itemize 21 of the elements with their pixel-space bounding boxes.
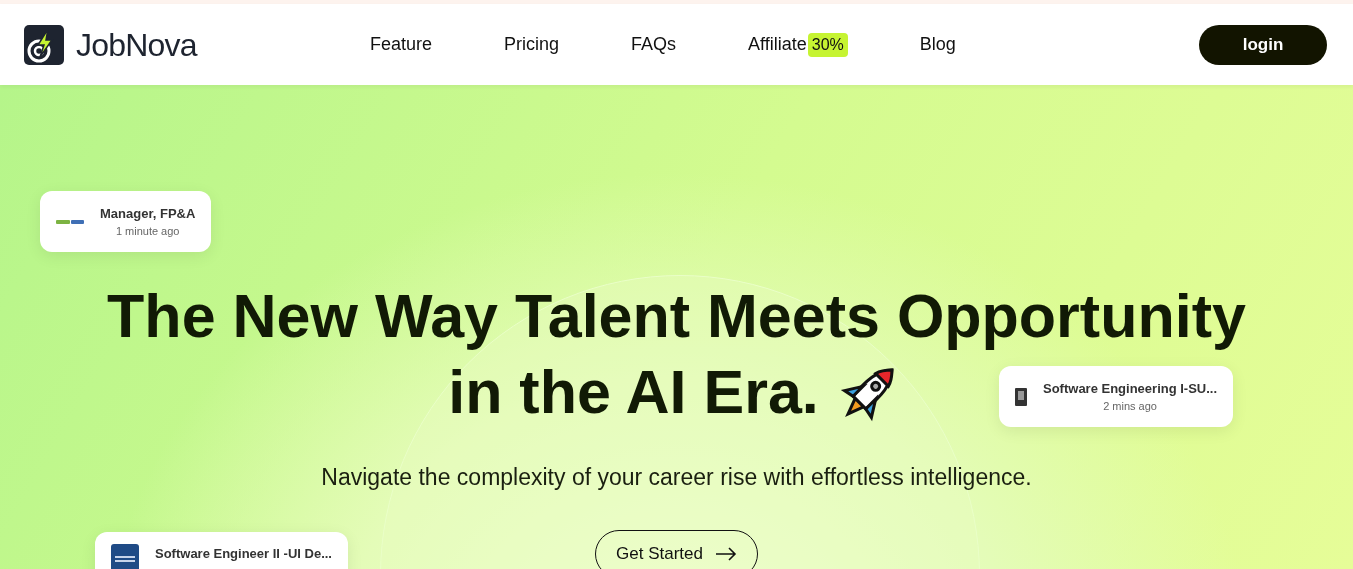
company-logo-icon — [111, 544, 139, 569]
brand-name: JobNova — [76, 25, 197, 65]
nav-link[interactable]: Affiliate 30% — [748, 31, 848, 58]
hero-title: The New Way Talent Meets Opportunity — [107, 281, 1246, 352]
company-logo-icon — [1015, 387, 1027, 406]
job-title: Software Engineer II -UI De... — [155, 545, 332, 563]
hero-title: in the AI Era. — [448, 357, 819, 428]
nav-link[interactable]: Blog — [919, 31, 956, 58]
hero-subtitle: Navigate the complexity of your career rise with effortless intelligence. — [321, 463, 1032, 492]
logo-icon — [24, 24, 64, 65]
nav-link[interactable]: FAQs — [631, 31, 677, 58]
job-title: Manager, FP&A — [100, 204, 196, 223]
posted-time: 2 mins ago — [1103, 399, 1157, 414]
discount-badge: 30% — [807, 32, 848, 57]
company-logo-icon — [56, 217, 84, 226]
login-button[interactable]: login — [1199, 24, 1327, 65]
nav-link[interactable]: Pricing — [504, 31, 560, 58]
nav-link[interactable]: Feature — [370, 31, 433, 58]
job-title: Software Engineering I-SU... — [1043, 379, 1218, 398]
arrow-right-icon — [714, 546, 737, 561]
posted-time: 1 minute ago — [115, 224, 180, 239]
